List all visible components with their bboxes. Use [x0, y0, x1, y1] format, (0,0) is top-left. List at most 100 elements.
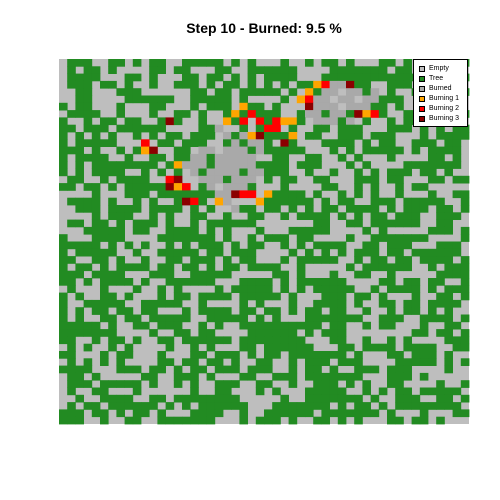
- cell-tree: [264, 88, 273, 96]
- cell-tree: [223, 102, 232, 111]
- cell-tree: [337, 212, 347, 220]
- cell-tree: [124, 212, 134, 220]
- cell-burned: [206, 146, 216, 155]
- cell-tree: [198, 117, 207, 126]
- cell-tree: [296, 197, 306, 206]
- cell-tree: [362, 409, 371, 418]
- cell-tree: [255, 416, 265, 425]
- cell-tree: [91, 161, 101, 169]
- cell-tree: [264, 110, 273, 118]
- cell-tree: [264, 205, 273, 213]
- cell-tree: [329, 256, 339, 264]
- cell-tree: [444, 241, 453, 250]
- cell-tree: [91, 139, 101, 147]
- cell-tree: [387, 88, 396, 96]
- cell-tree: [296, 110, 306, 118]
- cell-tree: [346, 139, 355, 147]
- cell-tree: [436, 175, 445, 184]
- cell-tree: [395, 256, 404, 264]
- cell-tree: [264, 307, 273, 315]
- cell-tree: [206, 307, 216, 315]
- cell-tree: [91, 197, 101, 206]
- cell-tree: [321, 314, 330, 323]
- cell-tree: [214, 321, 224, 330]
- cell-tree: [165, 205, 175, 213]
- cell-tree: [288, 336, 298, 345]
- cell-tree: [395, 394, 404, 403]
- cell-tree: [75, 102, 84, 111]
- cell-tree: [83, 80, 93, 89]
- cell-tree: [321, 358, 330, 366]
- cell-tree: [182, 329, 191, 337]
- cell-tree: [67, 175, 76, 184]
- cell-burned: [370, 95, 380, 104]
- cell-tree: [149, 124, 158, 133]
- cell-tree: [124, 241, 134, 250]
- cell-tree: [108, 117, 117, 126]
- cell-tree: [182, 110, 191, 118]
- cell-tree: [141, 95, 150, 104]
- cell-tree: [124, 292, 134, 301]
- cell-tree: [411, 285, 421, 293]
- cell-tree: [165, 248, 175, 257]
- cell-tree: [280, 234, 289, 242]
- cell-tree: [198, 416, 207, 425]
- cell-burned: [239, 146, 248, 155]
- cell-tree: [59, 256, 68, 264]
- cell-burning3: [165, 117, 175, 126]
- cell-tree: [59, 351, 68, 359]
- cell-tree: [223, 394, 232, 403]
- cell-tree: [444, 307, 453, 315]
- cell-tree: [206, 95, 216, 104]
- cell-tree: [190, 212, 199, 220]
- cell-tree: [231, 248, 240, 257]
- cell-tree: [198, 394, 207, 403]
- cell-tree: [444, 336, 453, 345]
- cell-tree: [280, 183, 289, 191]
- cell-tree: [247, 66, 257, 74]
- cell-tree: [182, 146, 191, 155]
- cell-tree: [321, 59, 330, 67]
- cell-tree: [231, 132, 240, 140]
- legend-swatch: [419, 95, 425, 102]
- cell-tree: [149, 66, 158, 74]
- cell-tree: [91, 321, 101, 330]
- cell-tree: [403, 66, 412, 74]
- cell-tree: [190, 263, 199, 272]
- cell-tree: [321, 329, 330, 337]
- cell-tree: [313, 241, 322, 250]
- legend-label: Burning 1: [429, 95, 459, 102]
- cell-tree: [67, 241, 76, 250]
- cell-tree: [272, 270, 281, 279]
- cell-tree: [280, 197, 289, 206]
- cell-tree: [165, 263, 175, 272]
- cell-tree: [296, 336, 306, 345]
- cell-tree: [460, 132, 470, 140]
- cell-tree: [354, 153, 363, 162]
- cell-tree: [223, 336, 232, 345]
- cell-burning1: [173, 183, 183, 191]
- cell-tree: [321, 256, 330, 264]
- cell-tree: [411, 219, 421, 228]
- cell-tree: [165, 314, 175, 323]
- cell-tree: [223, 380, 232, 388]
- cell-tree: [75, 372, 84, 381]
- cell-tree: [395, 387, 404, 396]
- cell-tree: [436, 197, 445, 206]
- cell-tree: [190, 365, 199, 374]
- cell-burning2: [255, 117, 265, 126]
- cell-tree: [288, 358, 298, 366]
- cell-tree: [59, 146, 68, 155]
- cell-tree: [280, 80, 289, 89]
- cell-tree: [182, 314, 191, 323]
- cell-tree: [67, 372, 76, 381]
- cell-tree: [378, 146, 388, 155]
- cell-tree: [132, 402, 142, 410]
- cell-tree: [223, 402, 232, 410]
- cell-tree: [346, 372, 355, 381]
- cell-tree: [83, 278, 93, 286]
- cell-tree: [75, 110, 84, 118]
- cell-tree: [419, 343, 429, 352]
- cell-tree: [329, 299, 339, 308]
- cell-tree: [108, 336, 117, 345]
